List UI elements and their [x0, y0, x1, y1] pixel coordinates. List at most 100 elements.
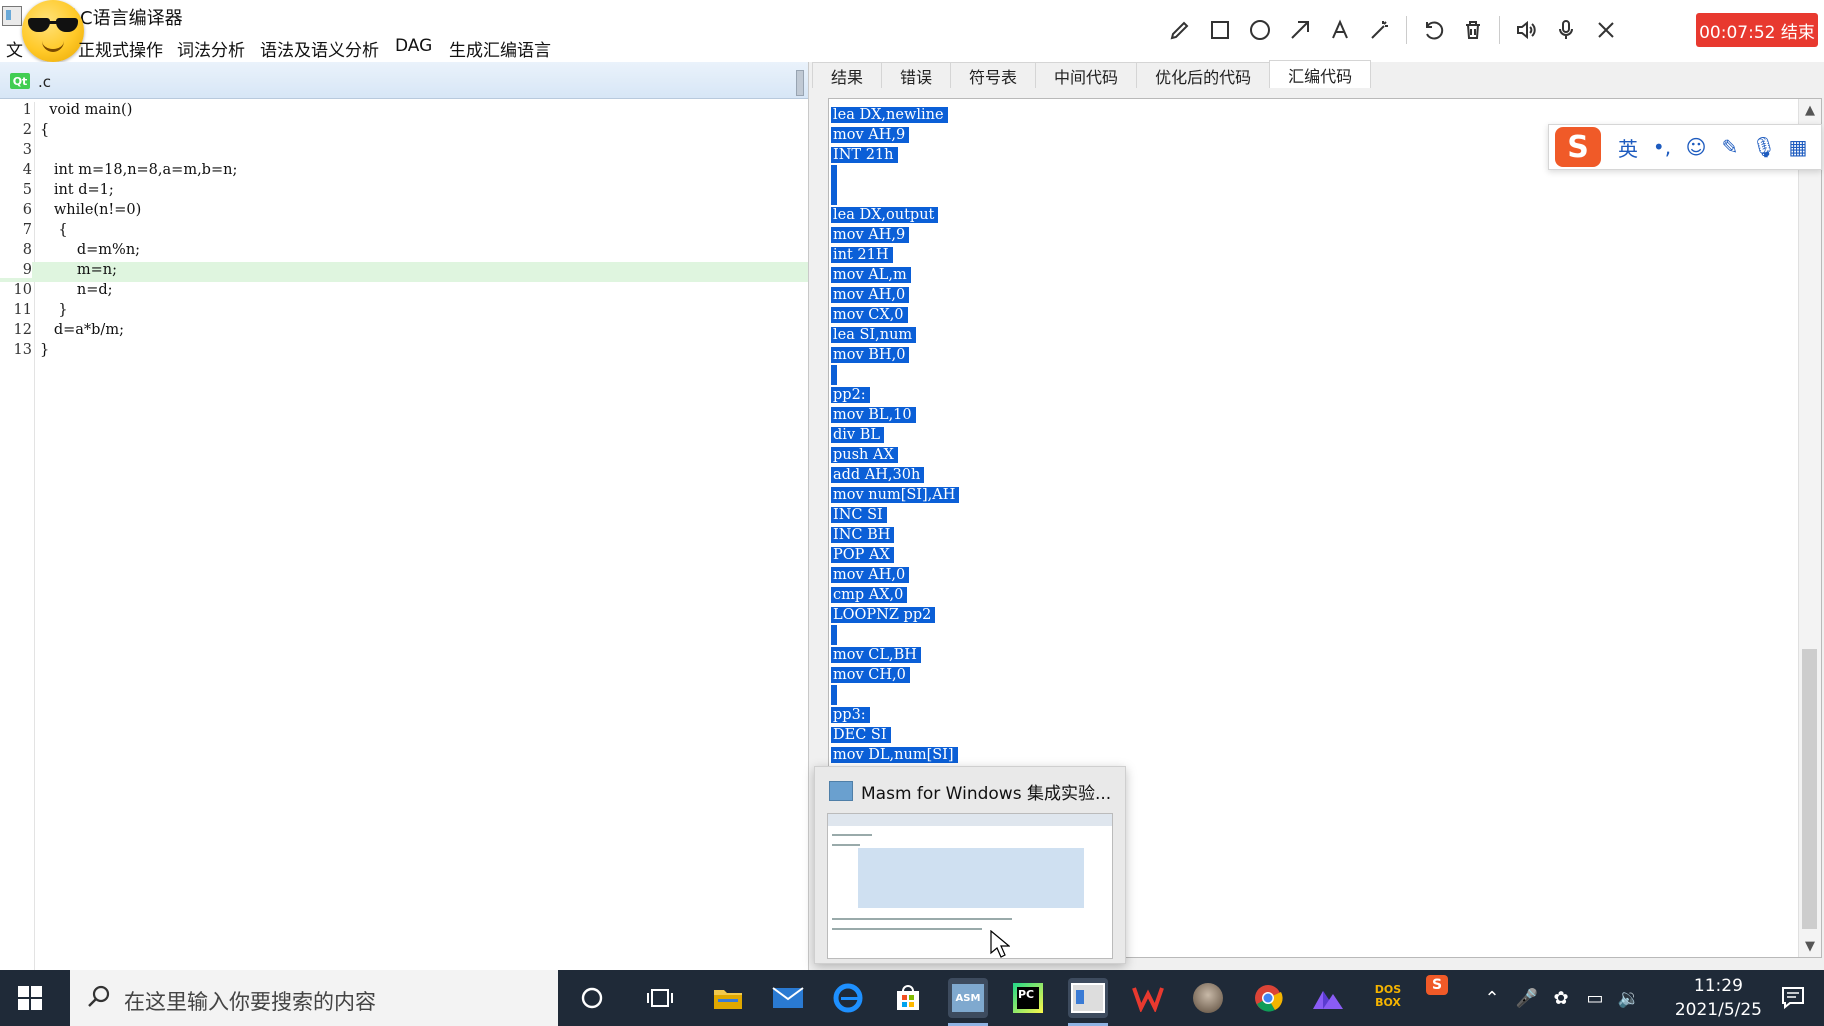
asm-line[interactable]: mov CX,0 [831, 305, 959, 325]
asm-line[interactable]: mov DL,num[SI] [831, 745, 959, 765]
code-line[interactable]: 13} [0, 342, 808, 362]
record-timer-end-button[interactable]: 00:07:52 结束 [1696, 13, 1818, 47]
menu-regex[interactable]: 正规式操作 [78, 36, 163, 61]
asm-line[interactable]: pp3: [831, 705, 959, 725]
circle-icon[interactable] [1240, 12, 1280, 48]
asm-line[interactable]: mov CL,BH [831, 645, 959, 665]
ime-punctuation-toggle[interactable]: •, [1645, 127, 1679, 167]
code-line[interactable]: 10 n=d; [0, 282, 808, 302]
close-icon[interactable] [1586, 12, 1626, 48]
output-tab[interactable]: 错误 [881, 62, 952, 88]
toolbox-grid-icon[interactable]: ▦ [1781, 127, 1815, 167]
asm-line[interactable]: mov AH,0 [831, 565, 959, 585]
rectangle-icon[interactable] [1200, 12, 1240, 48]
code-line[interactable]: 7 { [0, 222, 808, 242]
arrow-icon[interactable] [1280, 12, 1320, 48]
masm-taskbar-icon[interactable]: ASM [948, 978, 988, 1018]
scroll-thumb[interactable] [1802, 649, 1817, 929]
asm-line[interactable] [831, 185, 959, 205]
asm-line[interactable] [831, 685, 959, 705]
assembly-lines[interactable]: lea DX,newline mov AH,9 INT 21h lea DX,outp… [831, 105, 960, 765]
asm-line[interactable]: mov BL,10 [831, 405, 959, 425]
output-tab[interactable]: 符号表 [950, 62, 1037, 88]
menu-lexical[interactable]: 词法分析 [177, 36, 245, 61]
asm-line[interactable]: int 21H [831, 245, 959, 265]
scroll-up-icon[interactable]: ▲ [1799, 99, 1821, 121]
asm-line[interactable]: push AX [831, 445, 959, 465]
code-line[interactable]: 3 [0, 142, 808, 162]
code-line[interactable]: 5 int d=1; [0, 182, 808, 202]
ime-language-toggle[interactable]: 英 [1611, 127, 1645, 167]
code-line[interactable]: 1 void main() [0, 102, 808, 122]
asm-line[interactable]: div BL [831, 425, 959, 445]
edge-browser-icon[interactable] [828, 978, 868, 1018]
menu-syntax[interactable]: 语法及语义分析 [260, 36, 379, 61]
store-icon[interactable] [888, 978, 928, 1018]
undo-icon[interactable] [1413, 12, 1453, 48]
dosbox-icon[interactable]: DOS BOX [1368, 978, 1408, 1018]
file-explorer-icon[interactable] [708, 978, 748, 1018]
asm-line[interactable]: INT 21h [831, 145, 959, 165]
pycharm-icon[interactable]: PC [1008, 978, 1048, 1018]
code-line[interactable]: 6 while(n!=0) [0, 202, 808, 222]
asm-line[interactable]: POP AX [831, 545, 959, 565]
asm-line[interactable] [831, 625, 959, 645]
asm-line[interactable]: LOOPNZ pp2 [831, 605, 959, 625]
notification-center-icon[interactable] [1780, 984, 1806, 1010]
chrome-icon[interactable] [1248, 978, 1288, 1018]
skin-pen-icon[interactable]: ✎ [1713, 127, 1747, 167]
trash-icon[interactable] [1453, 12, 1493, 48]
microphone-icon[interactable] [1546, 12, 1586, 48]
asm-line[interactable]: INC SI [831, 505, 959, 525]
code-line[interactable]: 8 d=m%n; [0, 242, 808, 262]
speaker-icon[interactable] [1506, 12, 1546, 48]
system-clock[interactable]: 11:29 2021/5/25 [1675, 974, 1762, 1022]
asm-line[interactable]: mov AH,9 [831, 125, 959, 145]
chevron-up-icon[interactable]: ⌃ [1474, 988, 1510, 1009]
volume-icon[interactable]: 🔉 [1612, 988, 1646, 1009]
taskbar-window-preview[interactable]: Masm for Windows 集成实验... [814, 766, 1126, 964]
sogou-logo-icon[interactable]: S [1555, 127, 1601, 167]
asm-line[interactable] [831, 165, 959, 185]
asm-line[interactable]: pp2: [831, 385, 959, 405]
code-line[interactable]: 4 int m=18,n=8,a=m,b=n; [0, 162, 808, 182]
editor-file-tab[interactable]: .c [38, 73, 51, 91]
menu-dag[interactable]: DAG [395, 36, 432, 56]
menu-asm[interactable]: 生成汇编语言 [449, 36, 551, 61]
magic-wand-icon[interactable] [1360, 12, 1400, 48]
asm-line[interactable]: add AH,30h [831, 465, 959, 485]
asm-line[interactable]: mov CH,0 [831, 665, 959, 685]
code-line[interactable]: 9 m=n; [0, 262, 808, 282]
voice-mic-icon[interactable]: 🎙 [1747, 127, 1781, 167]
output-tab[interactable]: 结果 [812, 62, 883, 88]
task-view-icon[interactable] [640, 978, 680, 1018]
code-line[interactable]: 12 d=a*b/m; [0, 322, 808, 342]
code-line[interactable]: 11 } [0, 302, 808, 322]
asm-line[interactable]: DEC SI [831, 725, 959, 745]
menu-file[interactable]: 文 [6, 36, 23, 61]
windows-start-icon[interactable] [18, 986, 44, 1010]
output-tab[interactable]: 中间代码 [1035, 62, 1138, 88]
mountain-app-icon[interactable] [1308, 978, 1348, 1018]
battery-icon[interactable]: ▭ [1578, 988, 1612, 1009]
asm-line[interactable] [831, 365, 959, 385]
scroll-down-icon[interactable]: ▼ [1799, 935, 1821, 957]
avatar-app-icon[interactable] [1188, 978, 1228, 1018]
asm-line[interactable]: lea DX,newline [831, 105, 959, 125]
pencil-icon[interactable] [1160, 12, 1200, 48]
code-area[interactable]: 1 void main() 2{3 4 int m=18,n=8,a=m,b=n; 5… [0, 102, 808, 970]
taskbar-search-box[interactable]: 在这里输入你要搜索的内容 [70, 970, 558, 1026]
wps-office-icon[interactable] [1128, 978, 1168, 1018]
text-icon[interactable] [1320, 12, 1360, 48]
vertical-scrollbar[interactable]: ▲ ▼ [1798, 99, 1821, 957]
asm-line[interactable]: cmp AX,0 [831, 585, 959, 605]
compiler-app-taskbar-icon[interactable] [1068, 978, 1108, 1018]
sogou-tray-icon[interactable]: S [1422, 970, 1452, 1000]
tab-scroll-handle[interactable] [796, 70, 804, 96]
colorful-app-tray-icon[interactable]: ✿ [1544, 988, 1578, 1009]
asm-line[interactable]: mov BH,0 [831, 345, 959, 365]
smiley-icon[interactable]: ☺ [1679, 127, 1713, 167]
asm-line[interactable]: lea DX,output [831, 205, 959, 225]
microphone-tray-icon[interactable]: 🎤 [1510, 988, 1544, 1009]
preview-thumbnail[interactable] [827, 813, 1113, 959]
